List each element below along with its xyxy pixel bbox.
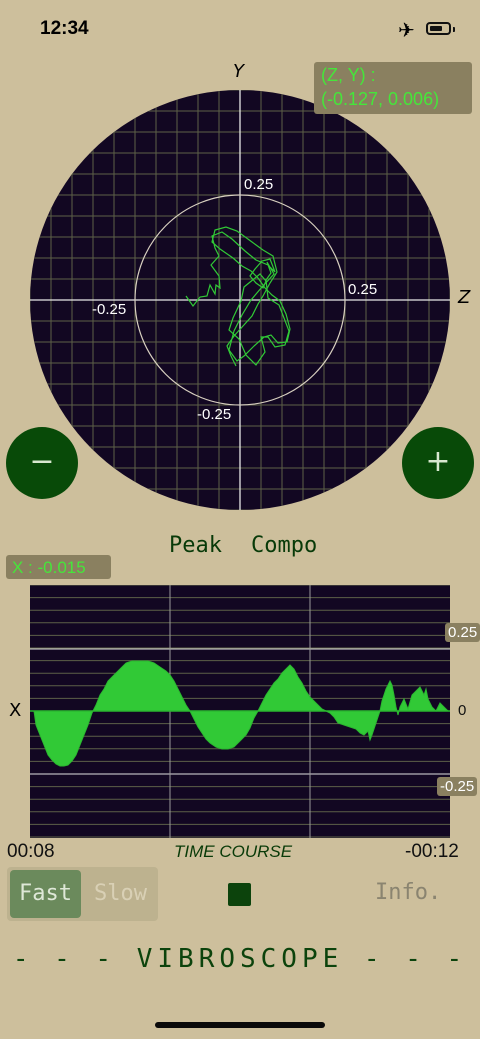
y-axis-label: Y bbox=[233, 61, 244, 82]
app-brand: - - - VIBROSCOPE - - - bbox=[12, 944, 468, 974]
tick-y-negative: -0.25 bbox=[197, 406, 231, 423]
status-time: 12:34 bbox=[40, 18, 89, 39]
wave-tick-top: 0.25 bbox=[445, 623, 480, 642]
tick-z-positive: 0.25 bbox=[348, 281, 377, 298]
home-indicator[interactable] bbox=[155, 1022, 325, 1028]
compo-button[interactable]: Compo bbox=[251, 533, 317, 558]
x-readout: X : -0.015 bbox=[6, 555, 111, 579]
speed-segmented-control[interactable]: Fast Slow bbox=[7, 867, 158, 921]
zy-readout-value: (-0.127, 0.006) bbox=[321, 89, 440, 109]
battery-icon bbox=[426, 22, 451, 35]
wave-tick-bottom: -0.25 bbox=[437, 777, 478, 796]
z-axis-label: Z bbox=[458, 287, 471, 308]
battery-cap bbox=[453, 27, 455, 32]
zoom-out-button[interactable]: − bbox=[6, 427, 78, 499]
time-start-label: 00:08 bbox=[7, 841, 55, 862]
time-course-title: TIME COURSE bbox=[174, 842, 293, 861]
zy-readout: (Z, Y) : (-0.127, 0.006) bbox=[314, 62, 472, 114]
time-course-plot[interactable] bbox=[30, 585, 450, 838]
x-axis-label: X bbox=[9, 700, 22, 721]
peak-button[interactable]: Peak bbox=[169, 533, 222, 558]
tick-z-negative: -0.25 bbox=[92, 301, 126, 318]
stop-icon[interactable] bbox=[228, 883, 251, 906]
tick-y-positive: 0.25 bbox=[244, 176, 273, 193]
zoom-in-button[interactable]: + bbox=[402, 427, 474, 499]
fast-button[interactable]: Fast bbox=[10, 870, 81, 918]
info-button[interactable]: Info. bbox=[375, 880, 441, 905]
time-end-label: -00:12 bbox=[405, 841, 459, 862]
orbit-scope[interactable]: 0.25 0.25 -0.25 -0.25 bbox=[30, 90, 450, 510]
wave-tick-zero: 0 bbox=[458, 702, 467, 719]
slow-button[interactable]: Slow bbox=[85, 870, 156, 918]
airplane-icon: ✈ bbox=[398, 18, 415, 42]
zy-readout-label: (Z, Y) : bbox=[321, 65, 376, 85]
